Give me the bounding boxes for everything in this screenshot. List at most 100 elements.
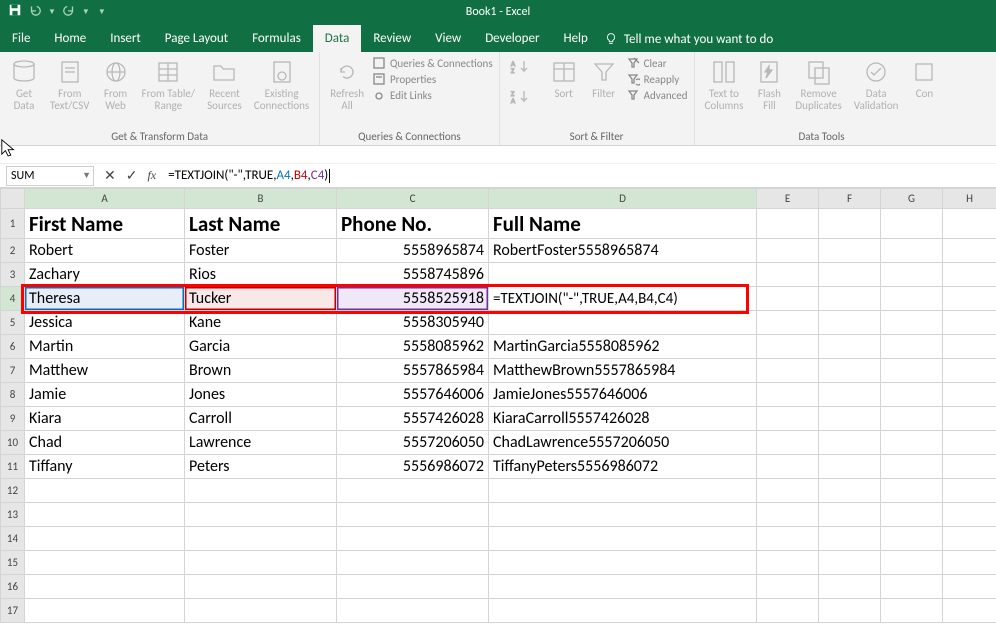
sort-button[interactable]: Sort [546,56,582,102]
tab-view[interactable]: View [423,25,473,53]
cell[interactable]: 5557426028 [337,407,489,431]
cell[interactable]: Robert [25,239,185,263]
cell[interactable] [25,479,185,503]
consolidate-button[interactable]: Con [906,56,942,102]
cell[interactable] [489,527,757,551]
cell[interactable]: 5557206050 [337,431,489,455]
tab-formulas[interactable]: Formulas [240,25,313,53]
cell[interactable] [819,599,881,623]
cell[interactable] [757,311,819,335]
cell[interactable]: Garcia [185,335,337,359]
tab-file[interactable]: File [0,25,42,53]
cell[interactable] [819,455,881,479]
cell[interactable] [881,455,943,479]
cell[interactable]: Phone No. [337,209,489,239]
cell[interactable] [943,431,996,455]
clear-filter-button[interactable]: Clear [626,56,688,70]
tab-review[interactable]: Review [361,25,423,53]
cell[interactable] [881,239,943,263]
col-header-F[interactable]: F [819,189,881,209]
cell[interactable] [943,287,996,311]
cell[interactable]: Kane [185,311,337,335]
cell[interactable]: 5558965874 [337,239,489,263]
cell[interactable] [819,209,881,239]
row-header[interactable]: 6 [1,335,25,359]
cell[interactable] [489,575,757,599]
recent-sources-button[interactable]: Recent Sources [203,56,246,114]
cell[interactable] [819,575,881,599]
cell[interactable] [185,479,337,503]
cell[interactable]: Full Name [489,209,757,239]
qat-customize-icon[interactable]: ▼ [98,7,106,17]
cell[interactable]: RobertFoster5558965874 [489,239,757,263]
cell[interactable] [881,503,943,527]
cell[interactable] [943,407,996,431]
cell[interactable] [881,311,943,335]
name-box[interactable]: SUM ▼ [6,166,94,186]
cell[interactable] [819,407,881,431]
cell[interactable] [25,575,185,599]
cell[interactable] [757,527,819,551]
enter-formula-button[interactable]: ✓ [126,167,138,184]
row-header[interactable]: 1 [1,209,25,239]
cell[interactable] [943,575,996,599]
row-header[interactable]: 13 [1,503,25,527]
get-data-button[interactable]: Get Data [6,56,42,114]
cell[interactable] [489,311,757,335]
select-all-corner[interactable] [1,189,25,209]
filter-button[interactable]: Filter [586,56,622,102]
cell[interactable] [337,575,489,599]
cell[interactable] [943,599,996,623]
cell[interactable] [757,599,819,623]
cell[interactable] [185,527,337,551]
cell[interactable] [881,359,943,383]
col-header-D[interactable]: D [489,189,757,209]
undo-dropdown-icon[interactable]: ▼ [48,7,56,17]
row-header[interactable]: 15 [1,551,25,575]
cell[interactable] [881,599,943,623]
cell[interactable] [819,383,881,407]
row-header[interactable]: 7 [1,359,25,383]
cell[interactable]: Rios [185,263,337,287]
cell[interactable] [757,479,819,503]
cell[interactable] [943,359,996,383]
cell[interactable] [25,527,185,551]
cell[interactable] [819,479,881,503]
cell[interactable] [943,383,996,407]
cell[interactable] [757,239,819,263]
spreadsheet-grid[interactable]: A B C D E F G H 1 First Name Last Name P… [0,188,996,623]
cell[interactable]: Zachary [25,263,185,287]
row-header[interactable]: 9 [1,407,25,431]
cell[interactable] [881,383,943,407]
cell[interactable]: Jones [185,383,337,407]
remove-duplicates-button[interactable]: Remove Duplicates [791,56,845,114]
cell[interactable] [757,383,819,407]
cell[interactable] [757,551,819,575]
redo-icon[interactable] [62,3,76,21]
row-header[interactable]: 17 [1,599,25,623]
row-header[interactable]: 5 [1,311,25,335]
refresh-all-button[interactable]: Refresh All [326,56,368,114]
advanced-filter-button[interactable]: Advanced [626,88,688,102]
cell[interactable] [881,407,943,431]
cell[interactable] [757,335,819,359]
insert-function-button[interactable]: fx [147,168,156,183]
row-header[interactable]: 10 [1,431,25,455]
save-icon[interactable] [8,3,22,21]
cell[interactable] [757,407,819,431]
cell[interactable] [757,575,819,599]
cell[interactable] [819,263,881,287]
cell[interactable] [943,263,996,287]
cell[interactable] [489,479,757,503]
cell[interactable] [757,359,819,383]
row-header[interactable]: 16 [1,575,25,599]
cancel-formula-button[interactable]: ✕ [104,167,116,184]
cell[interactable] [819,527,881,551]
formula-input[interactable]: =TEXTJOIN("-",TRUE,A4,B4,C4) [164,166,996,186]
cell[interactable]: MartinGarcia5558085962 [489,335,757,359]
cell[interactable] [185,503,337,527]
cell[interactable] [819,239,881,263]
cell[interactable]: Jessica [25,311,185,335]
cell[interactable] [881,527,943,551]
cell[interactable] [337,479,489,503]
